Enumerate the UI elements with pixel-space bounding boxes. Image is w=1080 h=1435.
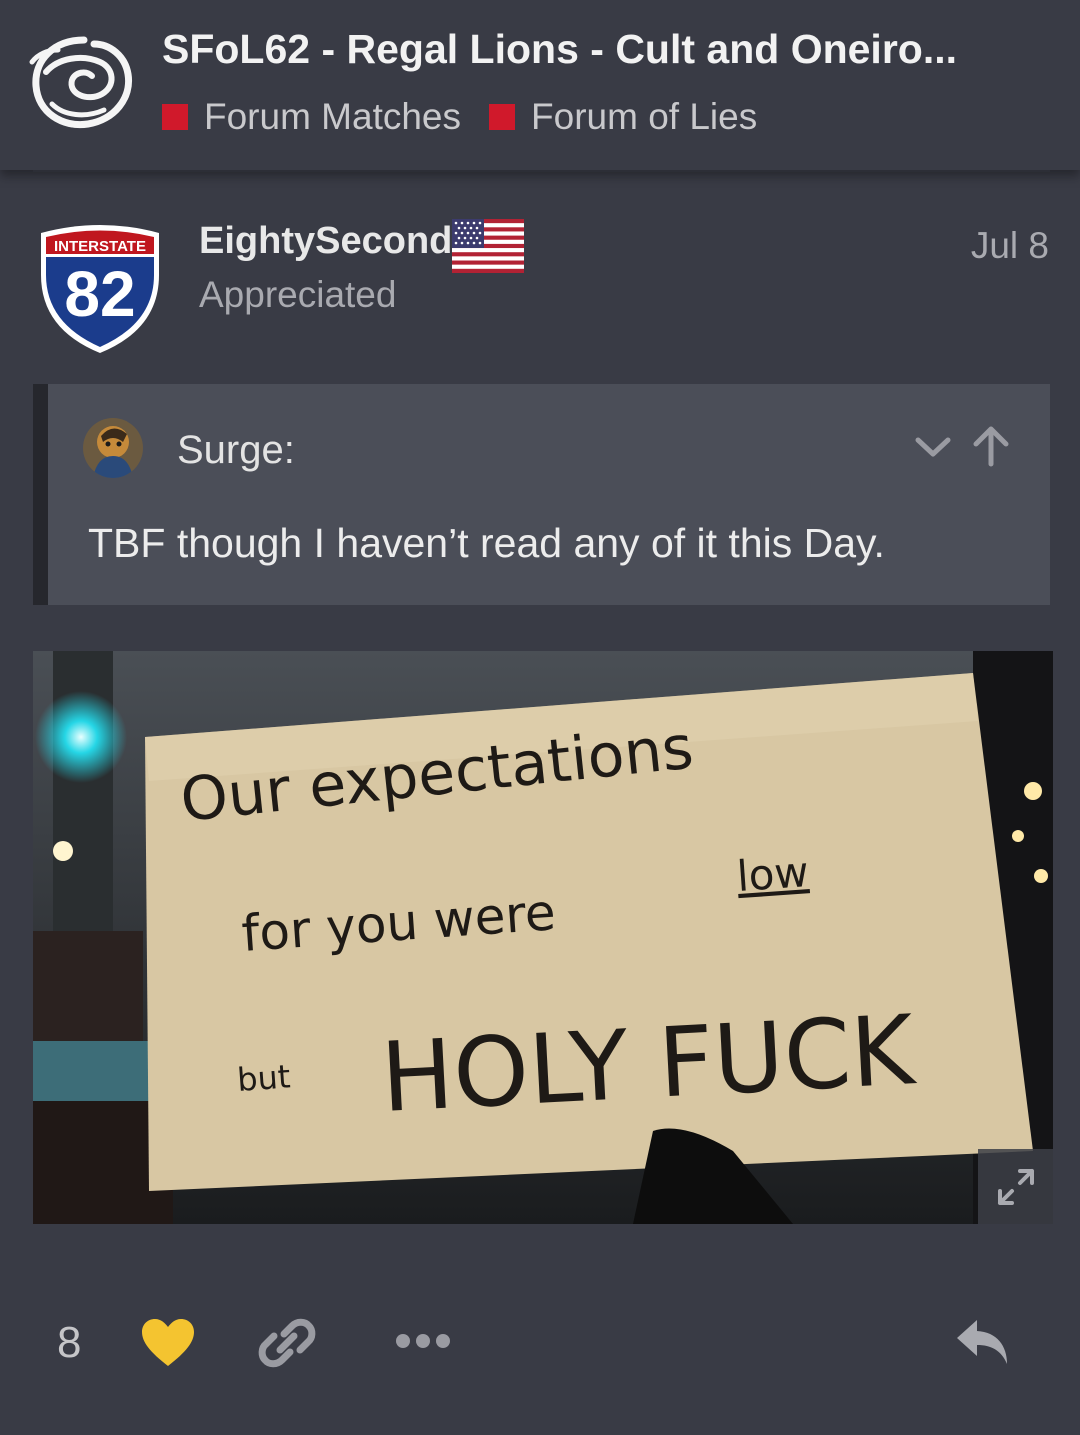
header-divider (33, 170, 1050, 172)
more-icon[interactable] (395, 1330, 451, 1352)
post-image[interactable]: Our expectations for you were low but HO… (33, 651, 1053, 1224)
badge-number: 82 (64, 258, 135, 330)
sign-line-3: low (735, 847, 810, 901)
us-flag-icon (452, 219, 524, 273)
protest-sign-photo: Our expectations for you were low but HO… (33, 651, 1053, 1224)
chevron-down-icon[interactable] (912, 432, 954, 462)
quote-block: Surge: TBF though I haven’t read any of … (33, 384, 1050, 605)
post-date[interactable]: Jul 8 (971, 225, 1049, 267)
reply-icon[interactable] (953, 1316, 1011, 1368)
quote-user-avatar[interactable] (83, 418, 143, 478)
quote-text: TBF though I haven’t read any of it this… (88, 520, 885, 566)
user-title: Appreciated (199, 274, 397, 315)
link-icon[interactable] (258, 1314, 316, 1372)
category-list: Forum Matches Forum of Lies (162, 96, 785, 138)
category-label: Forum Matches (204, 96, 462, 137)
quote-username: Surge: (177, 428, 295, 472)
category-color-swatch (489, 104, 516, 130)
category-label: Forum of Lies (531, 96, 758, 137)
category-forum-of-lies[interactable]: Forum of Lies (489, 96, 757, 138)
sign-line-4: but (236, 1057, 292, 1099)
expand-icon (997, 1168, 1034, 1205)
topic-header: SFoL62 - Regal Lions - Cult and Oneiro..… (0, 0, 1080, 170)
category-color-swatch (162, 104, 188, 130)
badge-top-text: INTERSTATE (54, 238, 146, 255)
user-avatar[interactable]: INTERSTATE 82 (33, 219, 167, 355)
category-forum-matches[interactable]: Forum Matches (162, 96, 461, 138)
post-username[interactable]: EightySecond (199, 220, 452, 263)
topic-title[interactable]: SFoL62 - Regal Lions - Cult and Oneiro..… (162, 26, 1042, 73)
expand-image-button[interactable] (978, 1149, 1053, 1224)
heart-icon[interactable] (140, 1318, 196, 1368)
arrow-up-icon[interactable] (970, 424, 1012, 468)
like-count[interactable]: 8 (57, 1318, 81, 1368)
site-logo[interactable] (28, 32, 140, 132)
post-actions: 8 (0, 1300, 1080, 1390)
